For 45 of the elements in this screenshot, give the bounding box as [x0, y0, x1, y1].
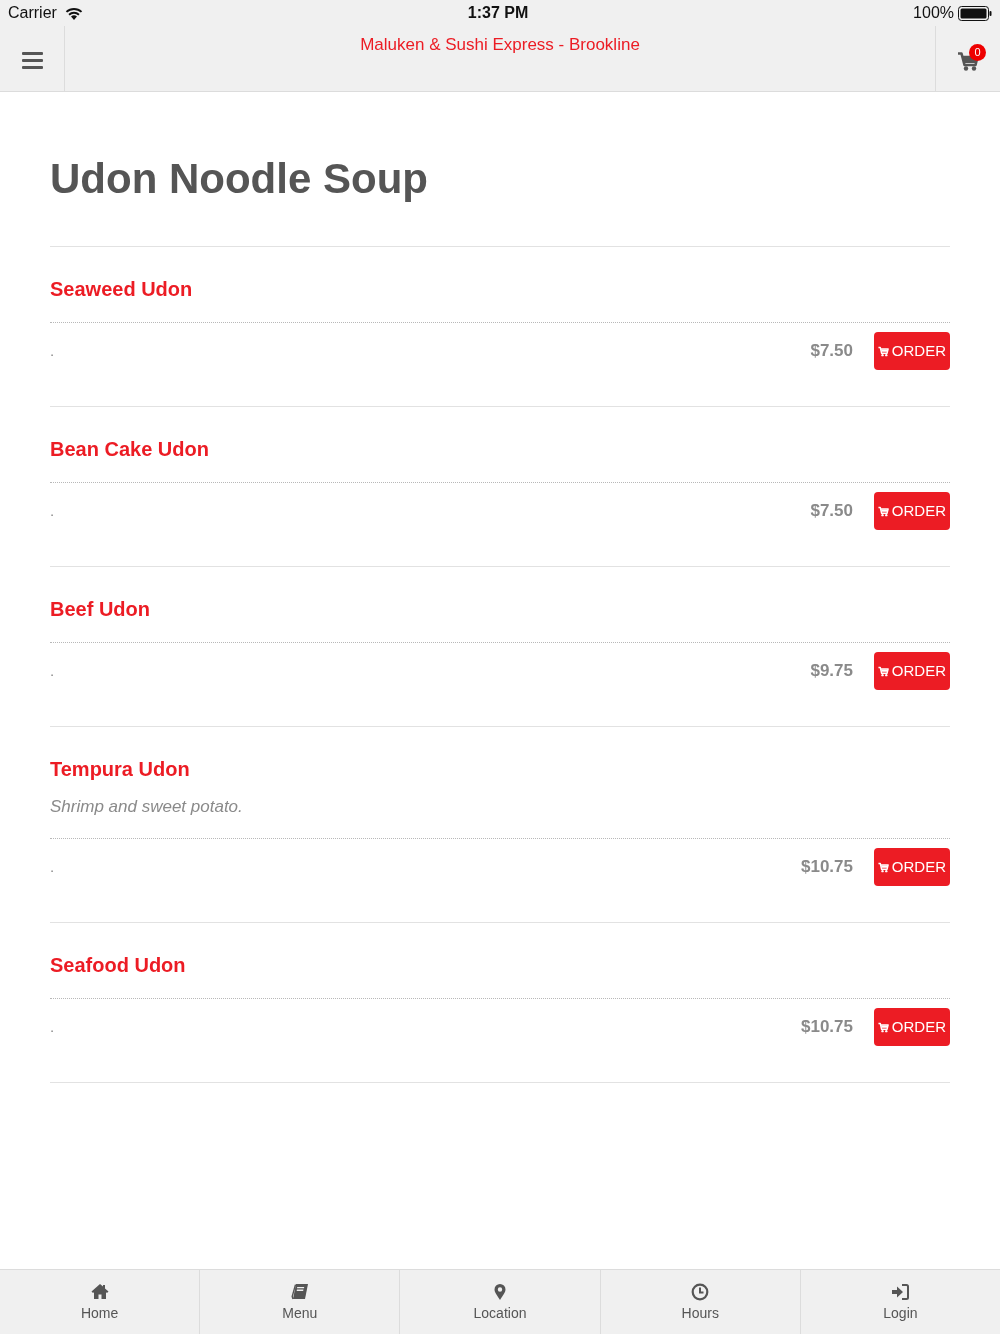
- price-text: $7.50: [810, 340, 853, 363]
- carrier-text: Carrier: [8, 3, 57, 23]
- battery-percent: 100%: [913, 3, 954, 23]
- order-button[interactable]: ORDER: [874, 332, 950, 370]
- option-label: .: [50, 1016, 55, 1037]
- book-icon: [290, 1283, 309, 1301]
- price-text: $7.50: [810, 500, 853, 523]
- dish-name: Seaweed Udon: [50, 277, 194, 302]
- clock-time: 1:37 PM: [467, 3, 529, 23]
- tab-location-button[interactable]: Location: [400, 1270, 601, 1334]
- cart-count-badge: 0: [969, 44, 986, 61]
- dish-name: Bean Cake Udon: [50, 437, 210, 462]
- cart-icon: [878, 861, 889, 873]
- clock-icon: [691, 1283, 710, 1301]
- menu-icon: [21, 52, 43, 69]
- dish-description: Shrimp and sweet potato.: [50, 796, 244, 818]
- option-label: .: [50, 340, 55, 361]
- dish-name: Beef Udon: [50, 597, 151, 622]
- menu-button[interactable]: [21, 52, 43, 69]
- option-label: .: [50, 856, 55, 877]
- order-button[interactable]: ORDER: [874, 492, 950, 530]
- cart-icon: [878, 665, 889, 677]
- order-button[interactable]: ORDER: [874, 1008, 950, 1046]
- home-icon: [90, 1283, 109, 1301]
- tab-hours-button[interactable]: Hours: [600, 1270, 801, 1334]
- tab-home-button[interactable]: Home: [0, 1270, 201, 1334]
- price-text: $10.75: [801, 856, 853, 879]
- option-label: .: [50, 660, 55, 681]
- option-label: .: [50, 500, 55, 521]
- order-button[interactable]: ORDER: [874, 848, 950, 886]
- dish-name: Tempura Udon: [50, 757, 191, 782]
- dish-name: Seafood Udon: [50, 953, 187, 978]
- battery-icon: [958, 5, 992, 21]
- sign-in-icon: [891, 1283, 910, 1301]
- price-text: $10.75: [801, 1016, 853, 1039]
- wifi-icon: [64, 6, 83, 20]
- cart-icon: [878, 1021, 889, 1033]
- tab-login-button[interactable]: Login: [800, 1270, 1000, 1334]
- order-button[interactable]: ORDER: [874, 652, 950, 690]
- cart-icon: [878, 505, 889, 517]
- restaurant-title: Maluken & Sushi Express - Brookline: [360, 34, 640, 56]
- tab-menu-button[interactable]: Menu: [200, 1270, 401, 1334]
- category-heading: Udon Noodle Soup: [50, 154, 950, 247]
- price-text: $9.75: [810, 660, 853, 683]
- cart-icon: [878, 345, 889, 357]
